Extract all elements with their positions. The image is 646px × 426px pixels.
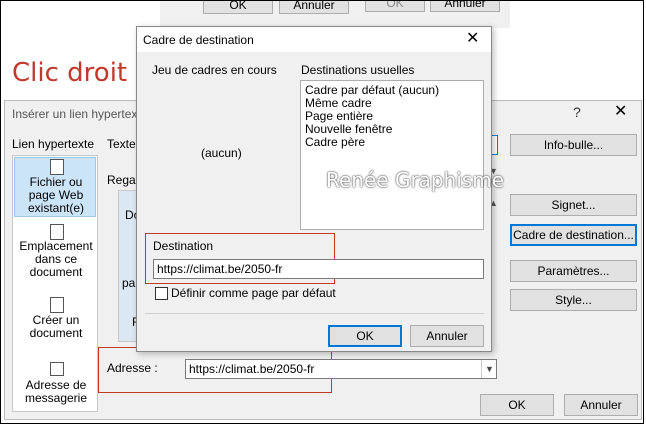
image-border — [0, 0, 644, 424]
